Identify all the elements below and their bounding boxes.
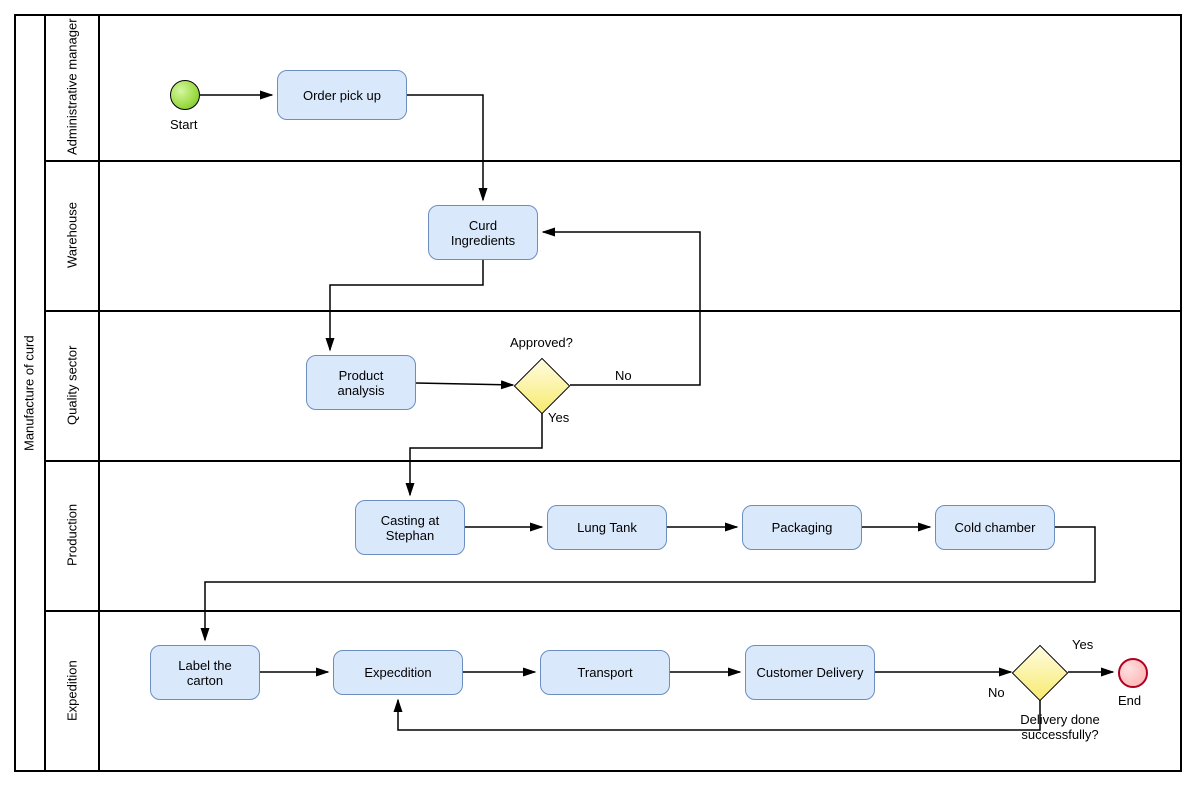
lane-title-expedition: Expedition: [46, 610, 98, 772]
lane-border-1: [46, 160, 1182, 162]
bpmn-diagram: Manufacture of curd Administrative manag…: [0, 0, 1194, 787]
gateway-approved-no: No: [615, 368, 632, 383]
lane-title-quality: Quality sector: [46, 310, 98, 460]
lane-title-warehouse: Warehouse: [46, 160, 98, 310]
lane-border-2: [46, 310, 1182, 312]
task-product-analysis: Product analysis: [306, 355, 416, 410]
task-transport: Transport: [540, 650, 670, 695]
gateway-delivery-no: No: [988, 685, 1005, 700]
task-curd-ingredients: Curd Ingredients: [428, 205, 538, 260]
task-order-pickup: Order pick up: [277, 70, 407, 120]
lane-title-production: Production: [46, 460, 98, 610]
lane-border-3: [46, 460, 1182, 462]
task-label-carton: Label the carton: [150, 645, 260, 700]
task-customer-delivery: Customer Delivery: [745, 645, 875, 700]
start-label: Start: [170, 117, 197, 132]
pool-title: Manufacture of curd: [14, 14, 44, 772]
task-lung-tank: Lung Tank: [547, 505, 667, 550]
task-packaging: Packaging: [742, 505, 862, 550]
task-expedition: Expecdition: [333, 650, 463, 695]
gateway-approved-label: Approved?: [510, 335, 573, 350]
lane-border-4: [46, 610, 1182, 612]
lane-title-admin: Administrative manager: [46, 14, 98, 160]
gateway-delivery-label: Delivery done successfully?: [1000, 712, 1120, 742]
gateway-delivery-yes: Yes: [1072, 637, 1096, 652]
lane-title-separator: [98, 14, 100, 772]
end-event: [1118, 658, 1148, 688]
end-label: End: [1118, 693, 1141, 708]
gateway-approved-yes: Yes: [548, 410, 572, 425]
task-casting: Casting at Stephan: [355, 500, 465, 555]
task-cold-chamber: Cold chamber: [935, 505, 1055, 550]
start-event: [170, 80, 200, 110]
